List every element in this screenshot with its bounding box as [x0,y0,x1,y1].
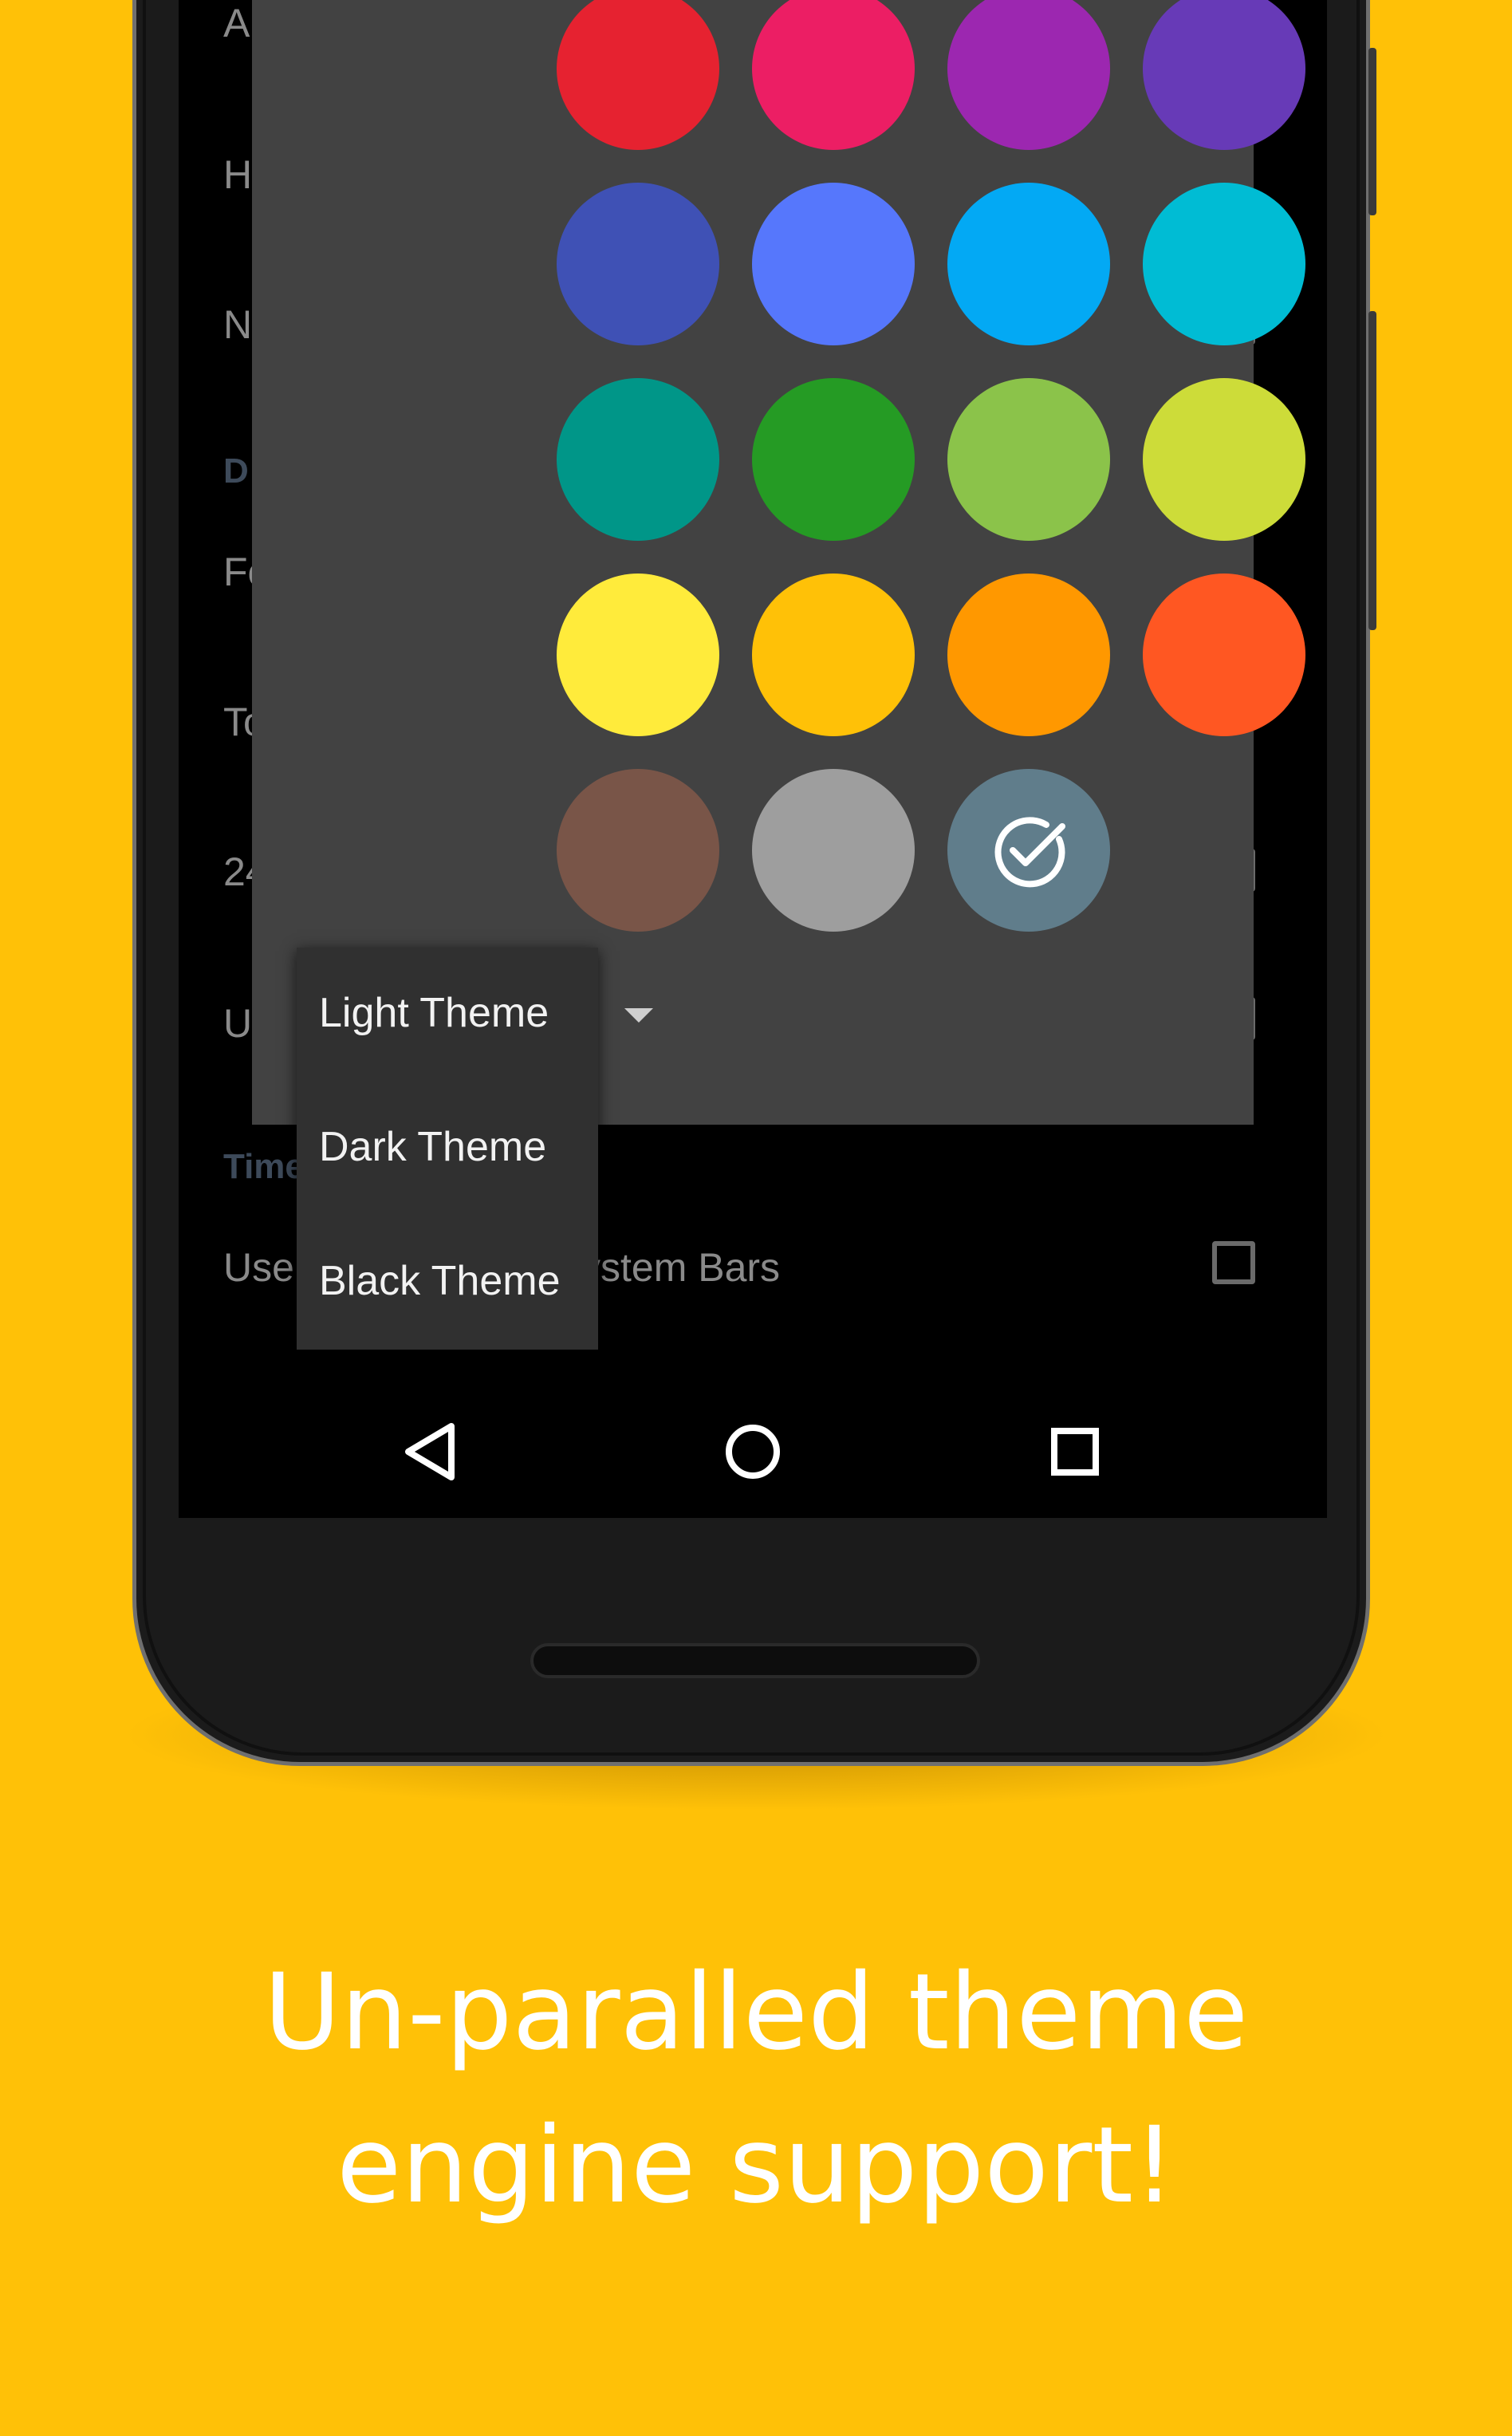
settings-category-label: Time [223,1147,305,1186]
setting-row-label[interactable]: H [223,152,252,198]
recents-icon [1051,1428,1099,1476]
power-button [1368,48,1376,215]
caption-line-2: engine support! [337,2104,1175,2227]
theme-dropdown-menu: Light Theme Dark Theme Black Theme [297,948,598,1350]
color-swatch-deep-orange[interactable] [1143,574,1305,736]
phone-screen: A H N D Fo To 24 U Time Use ystem Bars L… [179,0,1327,1518]
color-swatch-deep-purple[interactable] [1143,0,1305,150]
setting-row-label-end: ystem Bars [581,1245,781,1290]
color-swatch-purple[interactable] [947,0,1110,150]
color-swatch-pink[interactable] [752,0,915,150]
recents-button[interactable] [1011,1388,1139,1516]
home-icon [726,1425,780,1479]
color-swatch-brown[interactable] [557,769,719,932]
caption-line-1: Un-paralled theme [263,1951,1249,2074]
color-swatch-grey[interactable] [752,769,915,932]
color-swatch-lime[interactable] [1143,378,1305,541]
system-bars-checkbox[interactable] [1212,1241,1255,1284]
setting-row-label[interactable]: Use [223,1244,294,1291]
color-swatch-cyan[interactable] [1143,183,1305,345]
color-swatch-green[interactable] [752,378,915,541]
color-swatch-teal[interactable] [557,378,719,541]
color-swatch-light-blue[interactable] [947,183,1110,345]
setting-row-label[interactable]: A [223,0,250,46]
color-swatch-light-green[interactable] [947,378,1110,541]
color-swatch-amber[interactable] [752,574,915,736]
back-icon [405,1423,455,1480]
setting-row-label[interactable]: N [223,302,252,348]
setting-row-label[interactable]: U [223,1000,252,1047]
color-swatch-red[interactable] [557,0,719,150]
color-swatch-yellow[interactable] [557,574,719,736]
menu-item-black-theme[interactable]: Black Theme [319,1257,561,1305]
color-swatch-blue[interactable] [752,183,915,345]
setting-row-label-start: Use [223,1245,294,1290]
menu-item-light-theme[interactable]: Light Theme [319,989,549,1037]
color-swatch-indigo[interactable] [557,183,719,345]
home-button[interactable] [689,1388,817,1516]
color-swatch-orange[interactable] [947,574,1110,736]
volume-button [1368,311,1376,630]
selected-check-icon [994,817,1065,888]
speaker-grille [530,1643,980,1678]
back-button[interactable] [367,1388,494,1516]
dropdown-arrow-icon[interactable] [624,1008,653,1023]
menu-item-dark-theme[interactable]: Dark Theme [319,1123,546,1171]
color-swatch-blue-grey[interactable] [947,769,1110,932]
navigation-bar [179,1388,1327,1518]
settings-category-label: D [223,451,249,491]
